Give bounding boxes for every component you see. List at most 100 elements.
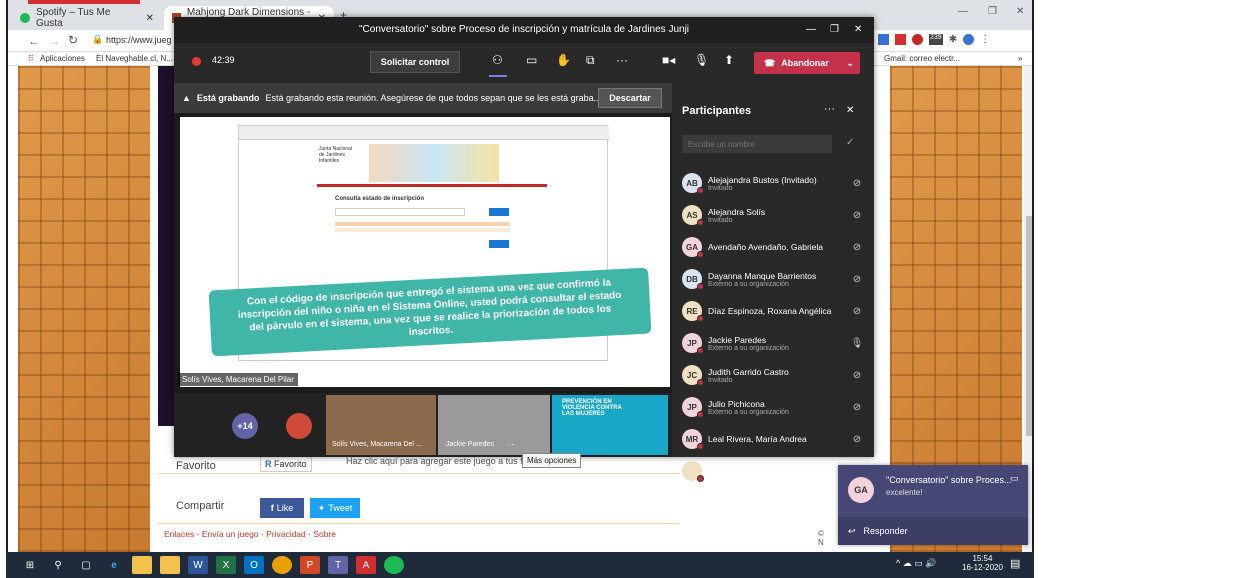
extension-icon[interactable] <box>895 34 906 45</box>
breakout-icon[interactable]: ⧉ <box>586 53 595 68</box>
participant-row[interactable]: DB Dayanna Manque Barrientos Externo a su … <box>682 263 864 295</box>
mic-off-icon[interactable]: ⊘ <box>850 210 864 221</box>
participant-name: Alejajandra Bustos (Invitado) <box>708 174 817 185</box>
participant-row[interactable]: JC Judith Garrido Castro Invitado ⊘ <box>682 359 864 391</box>
tweet-button[interactable]: ✦ Tweet <box>310 498 360 518</box>
footer-link-enlaces[interactable]: Enlaces <box>164 529 194 539</box>
clock[interactable]: 15:54 16-12-2020 <box>962 554 1003 572</box>
mic-off-icon[interactable]: ⊘ <box>850 402 864 413</box>
chat-icon[interactable]: ▭ <box>526 53 537 67</box>
video-tile-macarena[interactable]: Solís Vives, Macarena Del ... <box>326 395 436 455</box>
camera-icon[interactable]: ■◂ <box>662 53 675 67</box>
system-tray-icons[interactable]: ^ ☁ ▭ 🔊 <box>896 558 936 569</box>
participant-row[interactable]: GA Avendaño Avendaño, Gabriela ⊘ <box>682 231 864 263</box>
profile-icon[interactable] <box>963 34 975 45</box>
more-options-icon[interactable]: ··· <box>824 103 835 115</box>
facebook-like-button[interactable]: f Like <box>260 498 304 518</box>
bookmark-gmail[interactable]: Gmail: correo electr... <box>884 54 960 63</box>
more-options-icon[interactable]: ··· <box>508 439 517 449</box>
back-icon[interactable]: ← <box>28 34 40 48</box>
participant-row[interactable]: RE Díaz Espinoza, Roxana Angélica ⊘ <box>682 295 864 327</box>
minimize-icon[interactable]: — <box>806 17 816 43</box>
participant-row[interactable]: Marcela Paiva (Invitado)⊘ <box>682 455 864 487</box>
teams-icon[interactable]: T <box>328 556 348 574</box>
footer-link-envia[interactable]: Envía un juego <box>202 529 259 539</box>
puzzle-icon[interactable]: ✱ <box>949 34 957 45</box>
powerpoint-icon[interactable]: P <box>300 556 320 574</box>
word-icon[interactable]: W <box>188 556 208 574</box>
participants-title: Participantes <box>682 105 752 117</box>
shared-screen-stage: Junta Nacional de Jardines Infantiles Co… <box>174 113 672 393</box>
facebook-icon: f <box>270 503 274 513</box>
close-icon[interactable]: ✕ <box>146 13 154 24</box>
participant-row[interactable]: AB Alejajandra Bustos (Invitado) Invitado ⊘ <box>682 167 864 199</box>
restore-icon[interactable]: ❐ <box>830 17 839 43</box>
task-view-icon[interactable]: ▢ <box>76 556 96 574</box>
mic-icon[interactable]: 🎙 <box>850 338 864 349</box>
notifications-icon[interactable]: ▤ <box>1010 557 1020 570</box>
acrobat-icon[interactable]: A <box>356 556 376 574</box>
share-screen-icon[interactable]: ⬆ <box>724 53 734 67</box>
mic-off-icon[interactable]: ⊘ <box>850 242 864 253</box>
more-bookmarks-icon[interactable]: » <box>1018 54 1022 63</box>
bookmark-naveghable[interactable]: El Naveghable.cl, N... <box>96 54 173 63</box>
request-control-button[interactable]: Solicitar control <box>370 51 460 73</box>
mic-off-icon[interactable]: ⊘ <box>850 370 864 381</box>
address-bar[interactable]: https://www.jueg <box>106 35 172 45</box>
outlook-icon[interactable]: O <box>244 556 264 574</box>
chrome-icon[interactable] <box>272 556 292 574</box>
participant-row[interactable]: JP Julio Pichicona Externo a su organizaci… <box>682 391 864 423</box>
apps-icon[interactable]: ⠿ <box>28 54 34 63</box>
menu-icon[interactable]: ⋮ <box>980 34 990 45</box>
check-icon[interactable]: ✓ <box>846 137 854 148</box>
footer-link-sobre[interactable]: Sobre <box>313 529 336 539</box>
store-icon[interactable] <box>160 556 180 574</box>
file-explorer-icon[interactable] <box>132 556 152 574</box>
search-icon[interactable]: ⚲ <box>48 556 68 574</box>
favorite-button[interactable]: R Favorito <box>260 456 312 472</box>
mic-off-icon[interactable]: ⊘ <box>850 306 864 317</box>
close-panel-icon[interactable]: ✕ <box>846 105 854 116</box>
spotify-icon[interactable] <box>384 556 404 574</box>
chat-notification-toast[interactable]: GA "Conversatorio" sobre Proces... ▭ exc… <box>838 465 1028 545</box>
more-participants-button[interactable]: +14 <box>232 413 258 439</box>
dismiss-button[interactable]: Descartar <box>598 88 662 108</box>
bookmark-apps[interactable]: Aplicaciones <box>40 54 85 63</box>
favorite-label: Favorito <box>176 460 216 472</box>
badge-icon[interactable]: 239 <box>929 34 943 45</box>
video-tile-prevention[interactable]: PREVENCIÓN EN VIOLENCIA CONTRA LAS MUJER… <box>552 395 668 455</box>
footer-link-privacidad[interactable]: Privacidad <box>266 529 306 539</box>
excel-icon[interactable]: X <box>216 556 236 574</box>
windows-start-icon[interactable]: ⊞ <box>20 556 40 574</box>
windows-taskbar: ⊞ ⚲ ▢ e W X O P T A ^ ☁ ▭ 🔊 15:54 16-12-… <box>6 552 1034 578</box>
extension-icon[interactable] <box>912 34 923 45</box>
participant-row[interactable]: AS Alejandra Solís Invitado ⊘ <box>682 199 864 231</box>
mic-off-icon[interactable]: ⊘ <box>850 434 864 445</box>
browser-tab-spotify[interactable]: Spotify – Tus Me Gusta ✕ <box>12 6 162 30</box>
share-label: Compartir <box>176 500 225 512</box>
edge-icon[interactable]: e <box>104 556 124 574</box>
mic-off-icon[interactable]: ⊘ <box>850 178 864 189</box>
participant-role: Externo a su organización <box>708 344 789 352</box>
close-window-icon[interactable]: ✕ <box>1016 6 1024 17</box>
participant-search-input[interactable] <box>682 135 832 153</box>
red-strip <box>28 0 140 4</box>
leave-button[interactable]: ☎ Abandonar ⌄ <box>754 52 860 74</box>
video-tile-jackie[interactable]: Jackie Paredes ··· <box>438 395 550 455</box>
restore-icon[interactable]: ❐ <box>988 6 997 17</box>
reload-icon[interactable]: ↻ <box>68 33 78 47</box>
raise-hand-icon[interactable]: ✋ <box>556 53 571 67</box>
minimize-icon[interactable]: — <box>958 6 968 17</box>
participant-row[interactable]: JP Jackie Paredes Externo a su organizació… <box>682 327 864 359</box>
extension-icon[interactable] <box>878 34 889 45</box>
forward-icon[interactable]: → <box>48 34 60 48</box>
mic-off-icon[interactable]: 🎙 <box>694 53 709 67</box>
participants-icon[interactable]: ⚇ <box>492 53 503 67</box>
reply-button[interactable]: ↩ Responder <box>838 517 1028 545</box>
wicker-left <box>18 66 150 552</box>
participant-row[interactable]: MR Leal Rivera, María Andrea ⊘ <box>682 423 864 455</box>
mic-off-icon[interactable]: ⊘ <box>850 274 864 285</box>
chevron-down-icon[interactable]: ⌄ <box>846 58 854 69</box>
more-actions-icon[interactable]: ··· <box>616 53 628 67</box>
close-icon[interactable]: ✕ <box>854 17 862 43</box>
